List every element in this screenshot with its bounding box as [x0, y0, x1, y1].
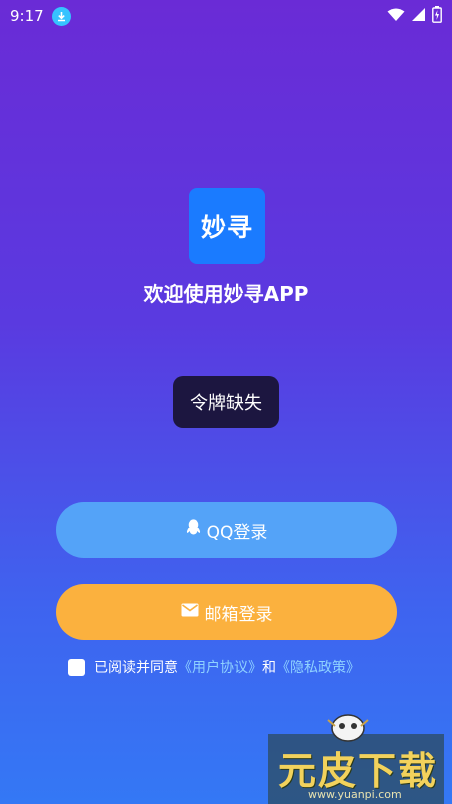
gamepad-mascot-icon [323, 708, 373, 744]
error-toast: 令牌缺失 [173, 376, 279, 428]
watermark: 元皮下载 www.yuanpi.com [268, 708, 452, 804]
toast-message: 令牌缺失 [190, 393, 262, 414]
status-bar: 9:17 [0, 0, 452, 32]
app-logo: 妙寻 [189, 188, 265, 264]
status-time: 9:17 [10, 7, 44, 25]
battery-icon [432, 6, 442, 27]
qq-login-label: QQ登录 [206, 522, 268, 543]
watermark-url: www.yuanpi.com [308, 788, 402, 801]
agreement-conjunction: 和 [262, 660, 276, 676]
download-icon [51, 6, 71, 26]
app-logo-text: 妙寻 [200, 213, 253, 242]
agreement-checkbox[interactable] [68, 658, 85, 676]
watermark-text: 元皮下载 [278, 749, 439, 793]
email-login-button[interactable]: 邮箱登录 [56, 584, 397, 640]
email-login-label: 邮箱登录 [204, 604, 273, 625]
agreement-row: 已阅读并同意 《用户协议》 和 《隐私政策》 [68, 656, 360, 678]
agreement-prefix: 已阅读并同意 [94, 660, 178, 676]
qq-icon [186, 519, 201, 541]
signal-icon [411, 7, 426, 26]
mail-icon [181, 602, 199, 622]
privacy-policy-link[interactable]: 《隐私政策》 [276, 657, 360, 677]
qq-login-button[interactable]: QQ登录 [56, 502, 397, 558]
wifi-icon [387, 7, 405, 26]
welcome-title: 欢迎使用妙寻APP [143, 282, 309, 306]
user-agreement-link[interactable]: 《用户协议》 [178, 657, 262, 677]
